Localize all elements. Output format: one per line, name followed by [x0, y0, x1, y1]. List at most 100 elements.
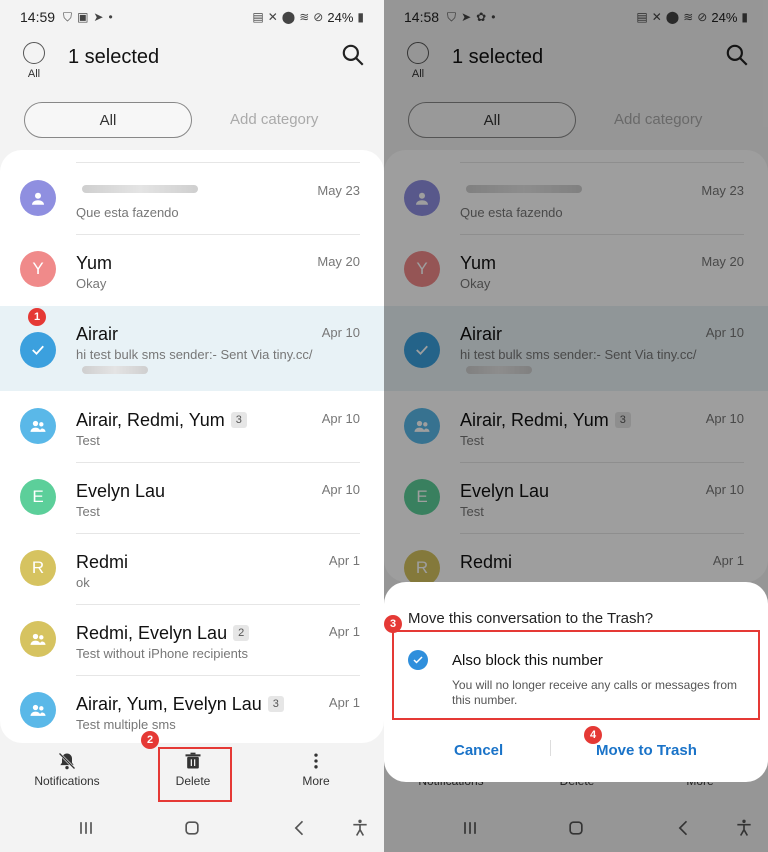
- page-title: 1 selected: [68, 46, 160, 68]
- accessibility-icon[interactable]: [350, 818, 370, 843]
- conversation-date: May 20: [317, 254, 360, 269]
- participant-count: 3: [267, 696, 284, 712]
- conversation-snippet: Okay: [76, 276, 107, 291]
- mute-icon: ✕: [267, 10, 278, 24]
- avatar: [20, 692, 56, 728]
- location-icon: ⬤: [281, 10, 296, 24]
- status-notification-icons: ⛉ ▣ ➤ •: [63, 10, 113, 25]
- conversation-name: Evelyn Lau: [76, 481, 166, 501]
- status-bar: 14:59 ⛉ ▣ ➤ • ▤ ✕ ⬤ ≋ ⊘ 24% ▮: [0, 0, 384, 34]
- select-all-label: All: [27, 68, 41, 80]
- send-icon: ➤: [93, 9, 104, 24]
- dnd-icon: ⊘: [313, 10, 324, 24]
- move-to-trash-button[interactable]: Move to Trash: [596, 742, 697, 759]
- participant-count: 3: [230, 412, 247, 428]
- system-nav-bar: [0, 812, 384, 846]
- person-icon: [32, 192, 44, 205]
- search-icon[interactable]: [340, 42, 366, 68]
- conversation-snippet: Test without iPhone recipients: [76, 646, 248, 661]
- block-number-label[interactable]: Also block this number: [452, 652, 603, 669]
- group-icon: [30, 704, 46, 716]
- sim-icon: ▤: [252, 10, 264, 24]
- step-badge-2: 2: [141, 731, 159, 749]
- conversation-snippet: hi test bulk sms sender:- Sent Via tiny.…: [76, 347, 313, 362]
- recent-apps-icon[interactable]: [76, 818, 96, 843]
- conversation-name: Airair, Redmi, Yum 3: [76, 410, 247, 431]
- conversation-snippet: Test multiple sms: [76, 717, 176, 732]
- screen-before: 14:59 ⛉ ▣ ➤ • ▤ ✕ ⬤ ≋ ⊘ 24% ▮ All 1 sele…: [0, 0, 384, 852]
- conversation-date: Apr 10: [321, 411, 360, 426]
- category-bar: All Add category: [0, 100, 384, 140]
- category-all-tab[interactable]: All: [24, 102, 192, 138]
- check-icon: [32, 345, 44, 356]
- avatar: R: [20, 550, 56, 586]
- conversation-snippet: Test: [76, 504, 100, 519]
- conversation-row[interactable]: Airair, Redmi, Yum 3 Apr 10 Test: [0, 391, 384, 462]
- battery-icon: ▮: [357, 10, 364, 24]
- more-button[interactable]: More: [296, 748, 336, 788]
- participant-count: 2: [233, 625, 250, 641]
- button-separator: [550, 740, 551, 756]
- conversation-row-selected[interactable]: Airair Apr 10 hi test bulk sms sender:- …: [0, 306, 384, 391]
- shield-icon: ⛉: [63, 9, 73, 24]
- conversation-snippet: Test: [76, 433, 100, 448]
- conversation-date: Apr 10: [321, 325, 360, 340]
- step-badge-1: 1: [28, 308, 46, 326]
- conversation-date: May 23: [317, 183, 360, 198]
- select-all-checkbox[interactable]: [23, 42, 45, 64]
- cancel-button[interactable]: Cancel: [454, 742, 503, 759]
- avatar: [20, 621, 56, 657]
- conversation-date: Apr 1: [328, 624, 360, 639]
- conversation-snippet: ok: [76, 575, 90, 590]
- conversation-date: Apr 10: [321, 482, 360, 497]
- avatar: [20, 408, 56, 444]
- back-icon[interactable]: [290, 818, 310, 843]
- notifications-button[interactable]: Notifications: [30, 748, 104, 788]
- battery-level: 24%: [327, 9, 354, 25]
- dot-icon: •: [108, 9, 113, 24]
- selection-header: All 1 selected: [0, 34, 384, 90]
- dialog-title: Move this conversation to the Trash?: [408, 610, 654, 627]
- conversation-row[interactable]: May 23 Que esta fazendo: [0, 163, 384, 234]
- conversation-row[interactable]: E Evelyn Lau Apr 10 Test: [0, 462, 384, 533]
- group-icon: [30, 420, 46, 432]
- status-system-icons: ▤ ✕ ⬤ ≋ ⊘ 24% ▮: [252, 10, 364, 25]
- redacted-link: [82, 366, 148, 374]
- conversation-name: Redmi: [76, 552, 129, 572]
- screen-after: 14:58 ⛉ ➤ ✿ • ▤ ✕ ⬤ ≋ ⊘ 24% ▮ All 1 sele…: [384, 0, 768, 852]
- conversation-row[interactable]: Y Yum May 20 Okay: [0, 234, 384, 305]
- home-icon[interactable]: [182, 818, 202, 843]
- select-all-toggle[interactable]: All: [22, 42, 46, 80]
- conversation-name: Airair, Yum, Evelyn Lau 3: [76, 694, 284, 715]
- check-icon: [413, 656, 423, 664]
- redacted-name: [82, 185, 198, 193]
- conversation-row[interactable]: R Redmi Apr 1 ok: [0, 533, 384, 604]
- conversation-name: Airair: [76, 324, 119, 344]
- step-badge-3: 3: [384, 615, 402, 633]
- block-number-checkbox[interactable]: [408, 650, 428, 670]
- conversation-list: May 23 Que esta fazendo Y Yum May 20 Oka…: [0, 150, 384, 743]
- conversation-name: Redmi, Evelyn Lau 2: [76, 623, 250, 644]
- avatar: [20, 180, 56, 216]
- selected-check-avatar[interactable]: [20, 332, 56, 368]
- conversation-row[interactable]: Redmi, Evelyn Lau 2 Apr 1 Test without iP…: [0, 604, 384, 675]
- conversation-row[interactable]: Airair, Yum, Evelyn Lau 3 Apr 1 Test mult…: [0, 675, 384, 743]
- bell-off-icon: [58, 752, 76, 770]
- image-icon: ▣: [77, 9, 89, 24]
- group-icon: [30, 633, 46, 645]
- more-label: More: [302, 774, 330, 788]
- more-vertical-icon: [314, 753, 318, 769]
- avatar: E: [20, 479, 56, 515]
- status-time: 14:59: [20, 9, 56, 25]
- highlight-delete-box: [158, 747, 232, 802]
- conversation-date: Apr 1: [328, 695, 360, 710]
- add-category-button[interactable]: Add category: [230, 111, 318, 128]
- move-to-trash-dialog: Move this conversation to the Trash? Als…: [384, 582, 768, 782]
- block-number-description: You will no longer receive any calls or …: [452, 678, 738, 707]
- conversation-name: Yum: [76, 253, 113, 273]
- app-root: 14:59 ⛉ ▣ ➤ • ▤ ✕ ⬤ ≋ ⊘ 24% ▮ All 1 sele…: [0, 0, 768, 852]
- conversation-date: Apr 1: [328, 553, 360, 568]
- avatar: Y: [20, 251, 56, 287]
- conversation-snippet: Que esta fazendo: [76, 205, 179, 220]
- step-badge-4: 4: [584, 726, 602, 744]
